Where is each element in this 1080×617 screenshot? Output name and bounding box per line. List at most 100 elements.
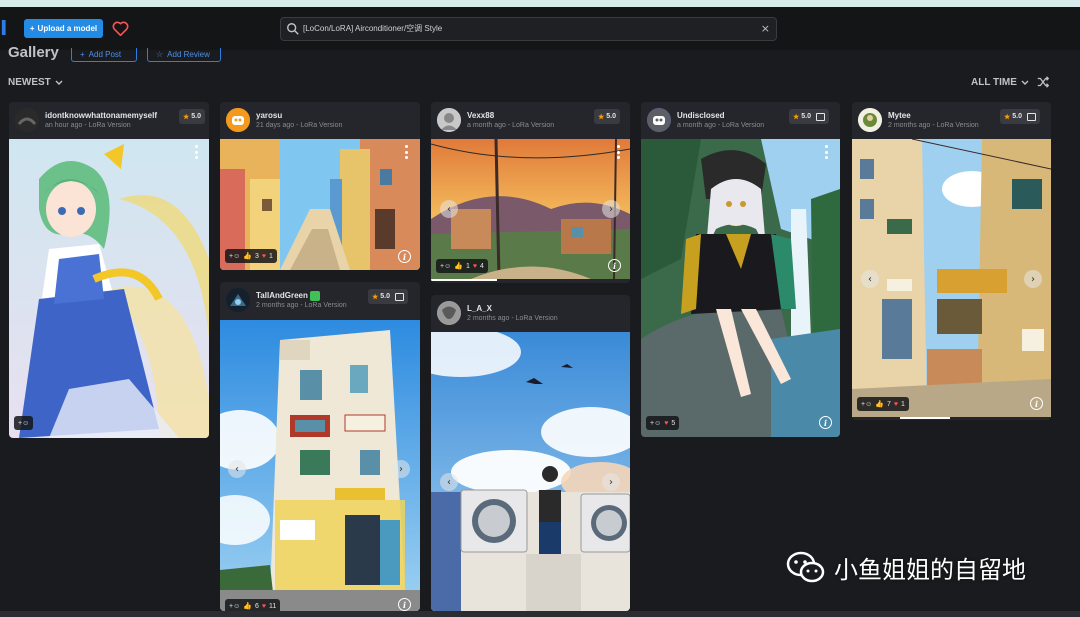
add-reaction-icon[interactable]: +☺ <box>229 603 240 610</box>
avatar[interactable] <box>647 108 671 132</box>
gallery-card[interactable]: yarosu 21 days ago - LoRa Version +☺ 👍 3 … <box>220 102 420 270</box>
add-reaction-icon[interactable]: +☺ <box>861 401 872 408</box>
avatar[interactable] <box>15 108 39 132</box>
next-image-button[interactable]: › <box>392 460 410 478</box>
more-options-icon[interactable] <box>195 145 199 159</box>
info-icon[interactable]: i <box>819 416 832 429</box>
prev-image-button[interactable]: ‹ <box>440 473 458 491</box>
heart-outline-icon <box>112 21 128 36</box>
prev-image-button[interactable]: ‹ <box>228 460 246 478</box>
add-reaction-icon[interactable]: +☺ <box>650 420 661 427</box>
upload-model-button[interactable]: + Upload a model <box>24 19 103 38</box>
post-image[interactable] <box>220 320 420 611</box>
more-options-icon[interactable] <box>617 145 621 159</box>
reactions-bar[interactable]: +☺ 👍 1 ♥ 4 <box>436 259 488 273</box>
add-post-label: Add Post <box>88 50 122 59</box>
chevron-down-icon <box>55 80 63 85</box>
gallery-card[interactable]: Vexx88 a month ago - LoRa Version ★ 5.0 ‹… <box>431 102 630 283</box>
username[interactable]: TallAndGreen <box>256 291 321 301</box>
thumbs-up-icon: 👍 <box>243 603 252 610</box>
rating-badge: ★ 5.0 <box>594 109 621 124</box>
gallery-card[interactable]: TallAndGreen 2 months ago - LoRa Version… <box>220 282 420 611</box>
window-top-strip <box>0 0 1080 7</box>
star-icon: ★ <box>598 113 605 121</box>
rating-value: 5.0 <box>191 113 202 120</box>
avatar[interactable] <box>437 301 461 325</box>
username[interactable]: yarosu <box>256 111 282 120</box>
watermark: 小鱼姐姐的自留地 <box>786 550 1026 585</box>
info-icon[interactable]: i <box>398 598 411 611</box>
thumbs-up-icon: 👍 <box>875 401 884 408</box>
avatar[interactable] <box>226 108 250 132</box>
rating-value: 5.0 <box>380 293 391 300</box>
star-icon: ★ <box>183 113 190 121</box>
rating-value: 5.0 <box>801 113 812 120</box>
info-icon[interactable]: i <box>608 259 621 272</box>
prev-image-button[interactable]: ‹ <box>861 270 879 288</box>
gallery-card[interactable]: Undisclosed a month ago - LoRa Version ★… <box>641 102 840 437</box>
username[interactable]: L_A_X <box>467 304 492 313</box>
gallery-card[interactable]: idontknowwhattonamemyself an hour ago - … <box>9 102 209 438</box>
more-options-icon[interactable] <box>825 145 829 159</box>
post-image[interactable] <box>641 139 840 437</box>
thumbs-up-icon: 👍 <box>243 253 252 260</box>
next-image-button[interactable]: › <box>602 200 620 218</box>
add-reaction-icon[interactable]: +☺ <box>229 253 240 260</box>
post-image[interactable] <box>431 332 630 611</box>
gallery-card[interactable]: Mytee 2 months ago - LoRa Version ★ 5.0 ‹… <box>852 102 1051 420</box>
search-query-text: [LoCon/LoRA] Airconditioner/空调 Style <box>303 24 443 33</box>
next-image-button[interactable]: › <box>1024 270 1042 288</box>
search-input[interactable]: [LoCon/LoRA] Airconditioner/空调 Style × <box>280 17 777 41</box>
rating-badge: ★ 5.0 <box>179 109 206 124</box>
card-header: idontknowwhattonamemyself an hour ago - … <box>9 102 209 138</box>
username[interactable]: Vexx88 <box>467 111 494 120</box>
post-image[interactable] <box>852 139 1051 417</box>
carousel-progress <box>900 417 950 419</box>
avatar[interactable] <box>437 108 461 132</box>
reactions-bar[interactable]: +☺ 👍 6 ♥ 11 <box>225 599 281 611</box>
heart-icon: ♥ <box>893 400 899 408</box>
gallery-card[interactable]: L_A_X 2 months ago - LoRa Version ‹ › <box>431 295 630 611</box>
card-header: Mytee 2 months ago - LoRa Version ★ 5.0 <box>852 102 1051 138</box>
add-reaction-icon[interactable]: +☺ <box>18 420 29 427</box>
prev-image-button[interactable]: ‹ <box>440 200 458 218</box>
avatar[interactable] <box>858 108 882 132</box>
username[interactable]: Mytee <box>888 111 911 120</box>
sort-dropdown[interactable]: NEWEST <box>8 77 63 88</box>
reactions-bar[interactable]: +☺ 👍 7 ♥ 1 <box>857 397 909 411</box>
shuffle-icon[interactable] <box>1036 75 1050 89</box>
star-icon: ★ <box>1004 113 1011 121</box>
add-reaction-icon[interactable]: +☺ <box>440 263 451 270</box>
chevron-down-icon <box>1021 80 1029 85</box>
more-options-icon[interactable] <box>405 145 409 159</box>
favorites-heart-button[interactable] <box>110 18 130 38</box>
reactions-bar[interactable]: +☺ <box>14 416 34 430</box>
star-icon: ★ <box>793 113 800 121</box>
reactions-bar[interactable]: +☺ 👍 3 ♥ 1 <box>225 249 277 263</box>
reactions-bar[interactable]: +☺ ♥ 5 <box>646 416 680 430</box>
period-dropdown[interactable]: ALL TIME <box>971 77 1029 88</box>
heart-icon: ♥ <box>664 419 669 427</box>
heart-count: 4 <box>480 262 484 270</box>
star-outline-icon: ☆ <box>156 50 164 59</box>
add-post-button[interactable]: + Add Post <box>71 48 137 62</box>
username[interactable]: idontknowwhattonamemyself <box>45 111 157 120</box>
post-meta: 2 months ago - LoRa Version <box>467 315 558 322</box>
heart-count: 1 <box>269 252 273 260</box>
avatar[interactable] <box>226 288 250 312</box>
heart-icon: ♥ <box>472 262 478 270</box>
post-image[interactable] <box>9 139 209 438</box>
search-icon <box>287 23 299 35</box>
post-image[interactable] <box>431 139 630 279</box>
username[interactable]: Undisclosed <box>677 111 725 120</box>
period-label: ALL TIME <box>971 77 1017 88</box>
info-icon[interactable]: i <box>398 250 411 263</box>
next-image-button[interactable]: › <box>602 473 620 491</box>
clear-search-button[interactable]: × <box>761 18 770 40</box>
site-logo[interactable]: I <box>0 17 18 39</box>
add-review-button[interactable]: ☆ Add Review <box>147 48 221 62</box>
review-comment-icon <box>1027 112 1037 121</box>
info-icon[interactable]: i <box>1030 397 1043 410</box>
card-header: Undisclosed a month ago - LoRa Version ★… <box>641 102 840 138</box>
upload-model-label: Upload a model <box>37 24 98 33</box>
